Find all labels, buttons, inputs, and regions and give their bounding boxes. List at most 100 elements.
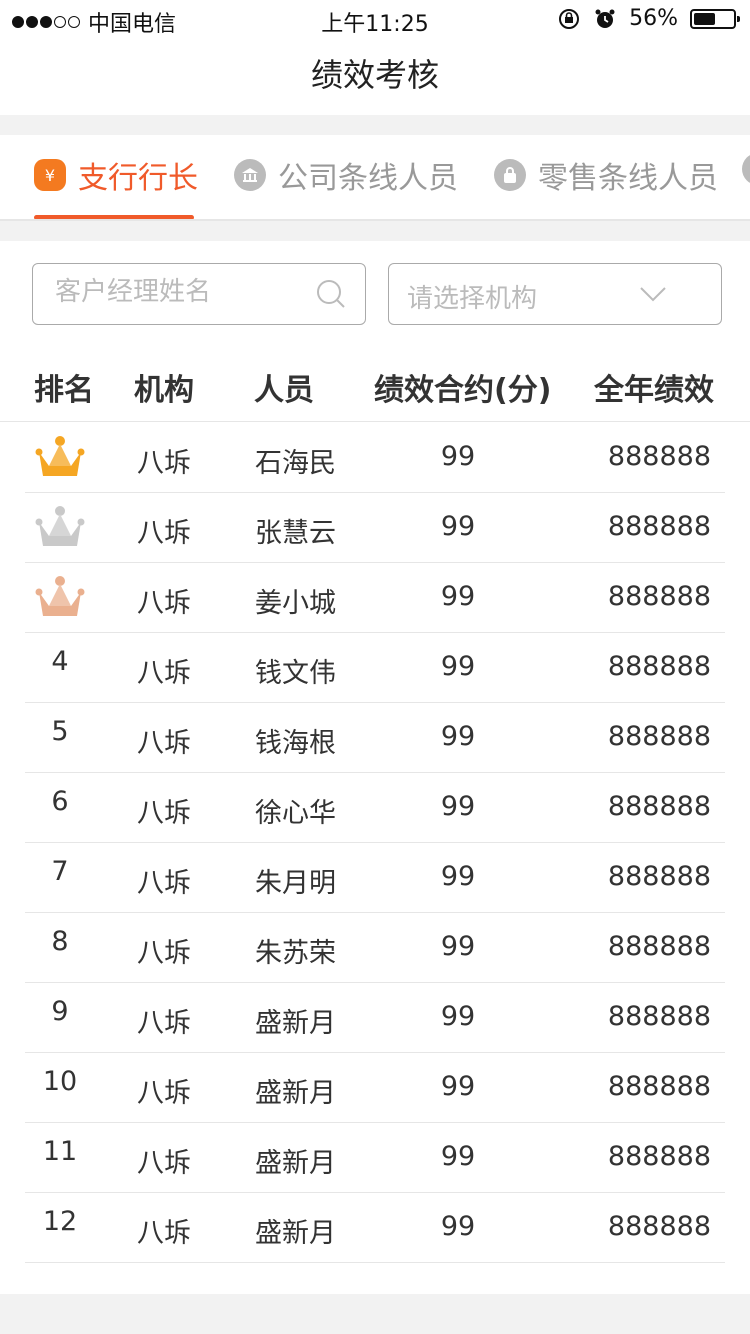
table-row[interactable]: 10 八坼 盛新月 99 888888 [25, 1052, 725, 1123]
status-right: 56% [557, 6, 740, 31]
tab-bar: ¥ 支行行长 公司条线人员 零售条线人员 [0, 135, 750, 221]
annual-cell: 888888 [607, 1071, 711, 1102]
table-row[interactable]: 八坼 姜小城 99 888888 [25, 562, 725, 633]
search-icon[interactable] [315, 278, 347, 310]
table-row[interactable]: 八坼 张慧云 99 888888 [25, 492, 725, 563]
score-cell: 99 [440, 791, 476, 822]
column-header-annual: 全年绩效 [594, 373, 714, 408]
table-row[interactable]: 9 八坼 盛新月 99 888888 [25, 982, 725, 1053]
score-cell: 99 [440, 931, 476, 962]
top-bar: 中国电信 上午11:25 56% 绩效考核 [0, 0, 750, 115]
annual-cell: 888888 [607, 791, 711, 822]
tab-label: 支行行长 [78, 161, 198, 196]
person-cell: 盛新月 [255, 1008, 336, 1039]
column-header-org: 机构 [134, 373, 194, 408]
rank-number: 12 [42, 1206, 78, 1237]
org-cell: 八坼 [137, 658, 191, 689]
org-cell: 八坼 [137, 588, 191, 619]
annual-cell: 888888 [607, 861, 711, 892]
rank-number: 5 [51, 716, 69, 747]
person-cell: 朱月明 [255, 868, 336, 899]
score-cell: 99 [440, 1001, 476, 1032]
annual-cell: 888888 [607, 931, 711, 962]
org-cell: 八坼 [137, 938, 191, 969]
ranking-panel: 请选择机构 排名 机构 人员 绩效合约(分) 全年绩效 八坼 石海民 99 88888… [0, 241, 750, 1294]
annual-cell: 888888 [607, 581, 711, 612]
person-cell: 钱海根 [255, 728, 336, 759]
person-cell: 盛新月 [255, 1078, 336, 1109]
person-cell: 姜小城 [255, 588, 336, 619]
table-header: 排名 机构 人员 绩效合约(分) 全年绩效 [0, 351, 750, 422]
org-cell: 八坼 [137, 518, 191, 549]
table-row[interactable]: 5 八坼 钱海根 99 888888 [25, 702, 725, 773]
score-cell: 99 [440, 511, 476, 542]
table-row[interactable]: 8 八坼 朱苏荣 99 888888 [25, 912, 725, 983]
page-title: 绩效考核 [310, 56, 439, 94]
score-cell: 99 [440, 1071, 476, 1102]
yuan-icon: ¥ [34, 159, 66, 191]
annual-cell: 888888 [607, 651, 711, 682]
person-cell: 朱苏荣 [255, 938, 336, 969]
org-cell: 八坼 [137, 798, 191, 829]
rank-number: 6 [51, 786, 69, 817]
tab-more-partial[interactable] [742, 153, 750, 185]
table-row[interactable]: 4 八坼 钱文伟 99 888888 [25, 632, 725, 703]
column-header-person: 人员 [254, 373, 314, 408]
column-header-rank: 排名 [34, 373, 94, 408]
tab-label: 公司条线人员 [278, 161, 458, 196]
name-search-field[interactable] [32, 263, 366, 325]
annual-cell: 888888 [607, 511, 711, 542]
table-row[interactable]: 八坼 石海民 99 888888 [25, 422, 725, 493]
bag-icon [494, 159, 526, 191]
org-select-placeholder: 请选择机构 [407, 284, 538, 314]
org-cell: 八坼 [137, 728, 191, 759]
table-row[interactable]: 6 八坼 徐心华 99 888888 [25, 772, 725, 843]
score-cell: 99 [440, 861, 476, 892]
score-cell: 99 [440, 1141, 476, 1172]
rotation-lock-icon [559, 8, 580, 29]
status-bar: 中国电信 上午11:25 56% [0, 0, 750, 40]
bronze-crown-icon [35, 576, 85, 620]
rank-number: 4 [51, 646, 69, 677]
tab-retail-staff[interactable]: 零售条线人员 [494, 153, 718, 197]
battery-icon [690, 8, 740, 29]
manager-name-input[interactable] [53, 276, 317, 308]
org-cell: 八坼 [137, 1218, 191, 1249]
score-cell: 99 [440, 441, 476, 472]
table-row[interactable]: 7 八坼 朱月明 99 888888 [25, 842, 725, 913]
annual-cell: 888888 [607, 1001, 711, 1032]
tab-branch-president[interactable]: ¥ 支行行长 [34, 153, 198, 197]
gold-crown-icon [35, 436, 85, 480]
rank-number: 9 [51, 996, 69, 1027]
tab-corporate-staff[interactable]: 公司条线人员 [234, 153, 458, 197]
person-cell: 石海民 [255, 448, 336, 479]
rank-number: 7 [51, 856, 69, 887]
person-cell: 张慧云 [255, 518, 336, 549]
table-row[interactable]: 11 八坼 盛新月 99 888888 [25, 1122, 725, 1193]
person-cell: 钱文伟 [255, 658, 336, 689]
org-cell: 八坼 [137, 448, 191, 479]
silver-crown-icon [35, 506, 85, 550]
score-cell: 99 [440, 651, 476, 682]
score-cell: 99 [440, 721, 476, 752]
battery-percent: 56% [629, 6, 678, 31]
org-cell: 八坼 [137, 1148, 191, 1179]
score-cell: 99 [440, 581, 476, 612]
alarm-icon [595, 9, 615, 28]
org-select[interactable]: 请选择机构 [388, 263, 722, 325]
person-cell: 盛新月 [255, 1148, 336, 1179]
column-header-score: 绩效合约(分) [374, 373, 552, 408]
org-cell: 八坼 [137, 868, 191, 899]
annual-cell: 888888 [607, 1141, 711, 1172]
chevron-down-icon [640, 287, 666, 302]
rank-number: 11 [42, 1136, 78, 1167]
org-cell: 八坼 [137, 1078, 191, 1109]
tab-label: 零售条线人员 [538, 161, 718, 196]
table-row[interactable]: 12 八坼 盛新月 99 888888 [25, 1192, 725, 1263]
bank-icon [234, 159, 266, 191]
annual-cell: 888888 [607, 721, 711, 752]
battery-fill [694, 12, 715, 25]
score-cell: 99 [440, 1211, 476, 1242]
person-cell: 盛新月 [255, 1218, 336, 1249]
person-cell: 徐心华 [255, 798, 336, 829]
